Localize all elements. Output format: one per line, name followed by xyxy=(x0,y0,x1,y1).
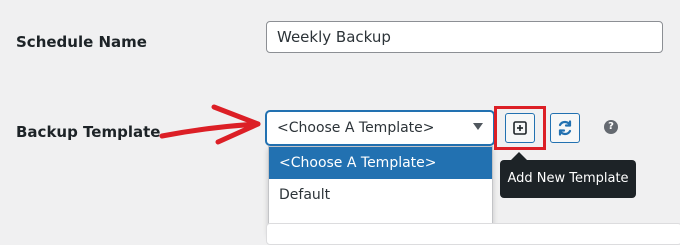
tooltip-arrow xyxy=(511,152,527,160)
template-option-choose[interactable]: <Choose A Template> xyxy=(269,147,492,179)
refresh-icon xyxy=(558,120,572,136)
question-circle-icon[interactable]: ? xyxy=(604,120,618,134)
schedule-name-label: Schedule Name xyxy=(16,33,147,51)
tooltip-text: Add New Template xyxy=(507,171,629,186)
backup-template-label: Backup Template xyxy=(16,123,161,141)
template-option-default[interactable]: Default xyxy=(269,179,492,211)
add-template-tooltip: Add New Template xyxy=(500,152,636,198)
template-select-value: <Choose A Template> xyxy=(277,120,435,136)
add-button-highlight xyxy=(494,106,546,150)
chevron-down-icon xyxy=(473,123,483,130)
refresh-templates-button[interactable] xyxy=(550,113,580,143)
next-field-input[interactable] xyxy=(266,223,680,245)
red-arrow-icon xyxy=(159,104,261,145)
template-select[interactable]: <Choose A Template> xyxy=(266,111,494,145)
schedule-name-input[interactable] xyxy=(266,21,663,53)
